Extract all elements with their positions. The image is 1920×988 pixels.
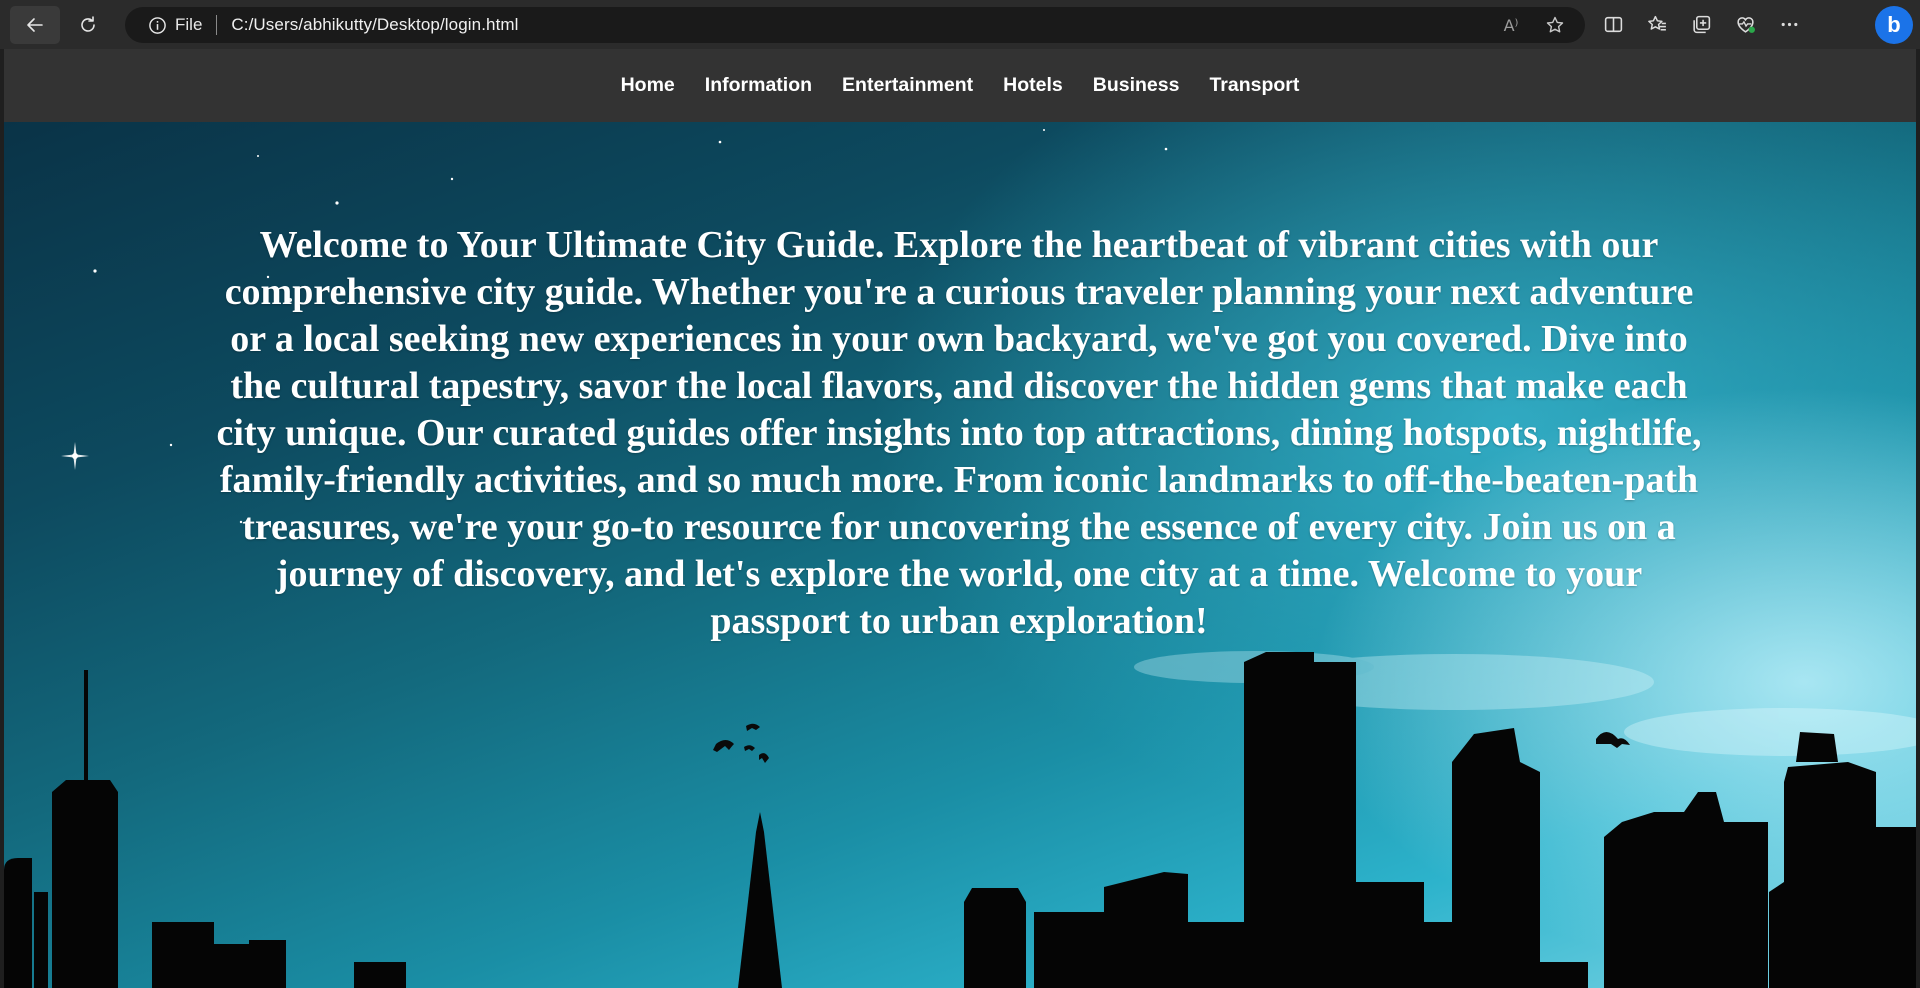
split-screen-icon[interactable] (1600, 12, 1626, 38)
reload-icon (81, 15, 95, 32)
hero-section: Welcome to Your Ultimate City Guide. Exp… (4, 122, 1916, 988)
favorites-icon[interactable] (1644, 12, 1670, 38)
address-separator (216, 15, 218, 35)
nav-link-information[interactable]: Information (690, 74, 827, 97)
favorite-star-icon[interactable] (1543, 13, 1567, 37)
read-aloud-icon[interactable]: A⁾ (1499, 13, 1523, 37)
skyline (4, 652, 1916, 988)
nav-link-business[interactable]: Business (1078, 74, 1195, 97)
collections-icon[interactable] (1688, 12, 1714, 38)
hero-welcome-text: Welcome to Your Ultimate City Guide. Exp… (216, 224, 1702, 642)
nav-link-entertainment[interactable]: Entertainment (827, 74, 988, 97)
address-bar[interactable]: File C:/Users/abhikutty/Desktop/login.ht… (125, 7, 1585, 43)
browser-essentials-icon[interactable] (1732, 12, 1758, 38)
back-arrow-icon (27, 17, 43, 32)
site-info-icon[interactable] (147, 15, 167, 35)
copilot-icon[interactable]: b (1875, 6, 1913, 44)
browser-toolbar: File C:/Users/abhikutty/Desktop/login.ht… (0, 0, 1920, 49)
address-url[interactable]: C:/Users/abhikutty/Desktop/login.html (231, 15, 518, 35)
back-button[interactable] (10, 5, 60, 44)
nav-link-hotels[interactable]: Hotels (988, 74, 1078, 97)
nav-link-home[interactable]: Home (606, 74, 690, 97)
address-scheme: File (175, 15, 203, 34)
web-page: Home Information Entertainment Hotels Bu… (4, 49, 1916, 988)
reload-button[interactable] (63, 6, 113, 44)
nav-link-transport[interactable]: Transport (1194, 74, 1314, 97)
sparkle-star (61, 442, 89, 470)
browser-extensions (1600, 0, 1802, 49)
address-bar-actions: A⁾ (1499, 7, 1567, 43)
more-options-icon[interactable] (1776, 12, 1802, 38)
site-navigation: Home Information Entertainment Hotels Bu… (4, 49, 1916, 122)
